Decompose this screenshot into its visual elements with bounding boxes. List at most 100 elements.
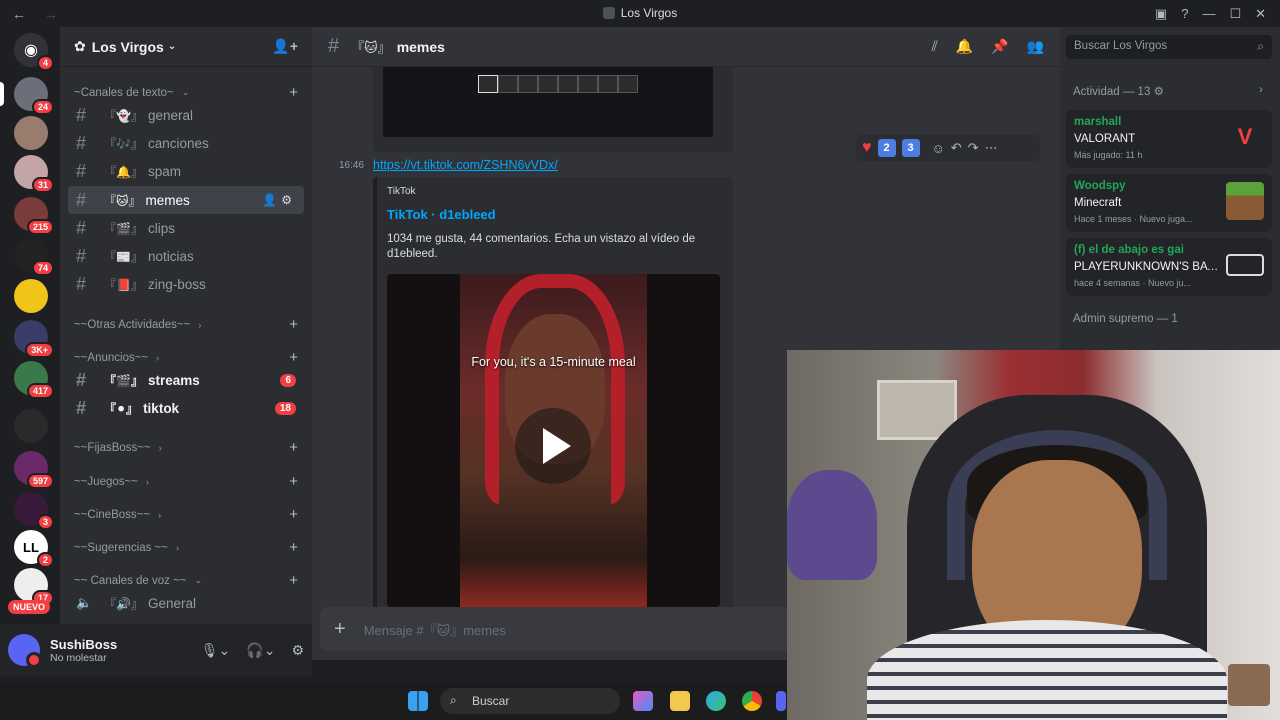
- microphone-icon[interactable]: 🎙⌄: [201, 642, 231, 659]
- bell-icon[interactable]: 🔔: [956, 38, 973, 55]
- search-icon: ⌕: [1257, 39, 1264, 53]
- chevron-down-icon: ⌄: [167, 41, 177, 52]
- voice-channel-general[interactable]: 🔈 『🔊』 General: [68, 589, 304, 617]
- server-icon[interactable]: [14, 279, 48, 313]
- taskbar-search[interactable]: ⌕ Buscar: [440, 688, 620, 714]
- close-icon[interactable]: ✕: [1255, 6, 1266, 22]
- message-link[interactable]: https://vt.tiktok.com/ZSHN6vVDx/: [373, 158, 558, 172]
- category-cineboss[interactable]: ~~CineBoss~~ › +: [74, 506, 298, 523]
- reaction-3[interactable]: 3: [901, 139, 920, 157]
- message-input[interactable]: Mensaje #『🐱』memes: [364, 620, 506, 639]
- inbox-icon[interactable]: ▣: [1155, 6, 1167, 22]
- search-input[interactable]: Buscar Los Virgos ⌕: [1066, 35, 1272, 59]
- back-arrow-icon[interactable]: ←: [12, 6, 26, 22]
- chevron-right-icon[interactable]: ›: [1259, 84, 1263, 96]
- server-icon[interactable]: 24: [14, 77, 54, 115]
- channel-settings-icon[interactable]: 👤⚙: [262, 193, 296, 207]
- maximize-icon[interactable]: ☐: [1229, 6, 1241, 22]
- server-header[interactable]: ✿ Los Virgos ⌄ 👤+: [60, 27, 312, 67]
- video-player[interactable]: For you, it's a 15-minute meal: [387, 274, 720, 607]
- play-icon[interactable]: [515, 408, 591, 484]
- server-icon[interactable]: 74: [14, 238, 54, 276]
- add-channel-icon[interactable]: +: [289, 84, 298, 101]
- server-icon[interactable]: 3K+: [14, 320, 54, 358]
- heart-reaction-icon[interactable]: ♥: [862, 139, 872, 157]
- threads-icon[interactable]: ⫽: [931, 38, 937, 55]
- embed-provider: TikTok: [387, 186, 416, 197]
- add-channel-icon[interactable]: +: [289, 506, 298, 523]
- webcam-overlay: [787, 350, 1280, 720]
- edge-icon[interactable]: [706, 691, 726, 711]
- headphones-icon[interactable]: 🎧⌄: [246, 642, 275, 659]
- gear-icon[interactable]: ⚙: [1154, 86, 1164, 98]
- activity-card[interactable]: (f) el de abajo es gai PLAYERUNKNOWN'S B…: [1066, 238, 1272, 296]
- discord-taskbar-icon[interactable]: [776, 691, 786, 711]
- channel-spam[interactable]: # 『🔔』 spam: [68, 157, 304, 185]
- category-anuncios[interactable]: ~~Anuncios~~ › +: [74, 349, 298, 366]
- message-timestamp: 16:46: [339, 160, 365, 171]
- add-channel-icon[interactable]: +: [289, 539, 298, 556]
- more-options-icon[interactable]: ⋯: [985, 140, 998, 156]
- file-explorer-icon[interactable]: [670, 691, 690, 711]
- add-channel-icon[interactable]: +: [289, 572, 298, 589]
- server-icon[interactable]: [14, 116, 48, 150]
- channel-general[interactable]: # 『👻』 general: [68, 101, 304, 129]
- category-canales-de-voz[interactable]: ~~ Canales de voz ~~ ⌄ +: [74, 572, 298, 589]
- forward-arrow-icon[interactable]: →: [44, 6, 58, 22]
- server-icon[interactable]: 3: [14, 492, 54, 530]
- embed-title[interactable]: TikTok · d1ebleed: [387, 207, 496, 222]
- add-channel-icon[interactable]: +: [289, 439, 298, 456]
- hash-icon: #: [76, 369, 87, 390]
- member-list-icon[interactable]: 👥: [1027, 38, 1044, 55]
- title-bar: ← → Los Virgos ▣ ? — ☐ ✕: [0, 0, 1280, 27]
- category-otras-actividades[interactable]: ~~Otras Actividades~~ › +: [74, 316, 298, 333]
- channel-tiktok[interactable]: # 『⚫』 tiktok 18: [68, 394, 304, 422]
- windows-start-icon[interactable]: [408, 691, 428, 711]
- server-icon[interactable]: 215: [14, 197, 54, 235]
- invite-people-icon[interactable]: 👤+: [272, 38, 298, 55]
- role-header: Admin supremo — 1: [1073, 313, 1178, 325]
- channel-header: # 『🐱』 memes ⫽ 🔔 📌 👥: [312, 27, 1060, 67]
- activity-card[interactable]: marshall VALORANT Más jugado: 11 h V: [1066, 110, 1272, 168]
- copilot-icon[interactable]: [633, 691, 653, 711]
- add-channel-icon[interactable]: +: [289, 349, 298, 366]
- channel-emoji-icon: 『🐱』: [351, 40, 391, 55]
- channel-noticias[interactable]: # 『📰』 noticias: [68, 242, 304, 270]
- gear-icon[interactable]: ⚙: [291, 642, 304, 659]
- minecraft-block-icon: [1226, 182, 1264, 220]
- game-screenshot[interactable]: [383, 67, 713, 137]
- channel-zing-boss[interactable]: # 『📕』 zing-boss: [68, 270, 304, 298]
- home-button[interactable]: ◉ 4: [14, 33, 54, 71]
- new-badge: NUEVO: [8, 600, 51, 614]
- channel-canciones[interactable]: # 『🎶』 canciones: [68, 129, 304, 157]
- attach-plus-icon[interactable]: +: [334, 618, 346, 641]
- minimize-icon[interactable]: —: [1202, 6, 1215, 21]
- server-icon[interactable]: 31: [14, 155, 54, 193]
- user-info[interactable]: SushiBoss No molestar: [50, 637, 117, 664]
- add-channel-icon[interactable]: +: [289, 316, 298, 333]
- channel-clips[interactable]: # 『🎬』 clips: [68, 214, 304, 242]
- forward-icon[interactable]: ↷: [968, 140, 979, 156]
- reaction-2[interactable]: 2: [877, 139, 896, 157]
- server-icon[interactable]: 597: [14, 451, 54, 489]
- help-icon[interactable]: ?: [1181, 6, 1188, 21]
- server-icon[interactable]: 417: [14, 361, 54, 399]
- pin-icon[interactable]: 📌: [991, 38, 1008, 55]
- avatar[interactable]: [8, 634, 42, 668]
- add-channel-icon[interactable]: +: [289, 473, 298, 490]
- category-text-channels[interactable]: ~Canales de texto~ ⌄ +: [74, 84, 298, 101]
- discord-logo-icon: ◉: [24, 42, 38, 59]
- chrome-icon[interactable]: [742, 691, 762, 711]
- category-sugerencias[interactable]: ~~Sugerencias ~~ › +: [74, 539, 298, 556]
- server-icon[interactable]: [14, 409, 48, 443]
- server-logo-icon: [602, 7, 615, 19]
- category-juegos[interactable]: ~~Juegos~~ › +: [74, 473, 298, 490]
- reply-icon[interactable]: ↶: [951, 140, 962, 156]
- channel-streams[interactable]: # 『🎬』 streams 6: [68, 366, 304, 394]
- server-icon[interactable]: LL 2: [14, 530, 54, 568]
- channel-memes[interactable]: # 『🐱』 memes 👤⚙: [68, 186, 304, 214]
- category-fijasboss[interactable]: ~~FijasBoss~~ › +: [74, 439, 298, 456]
- add-reaction-icon[interactable]: ☺: [932, 141, 945, 156]
- activity-card[interactable]: Woodspy Minecraft Hace 1 meses · Nuevo j…: [1066, 174, 1272, 232]
- server-icon[interactable]: 17: [14, 568, 54, 606]
